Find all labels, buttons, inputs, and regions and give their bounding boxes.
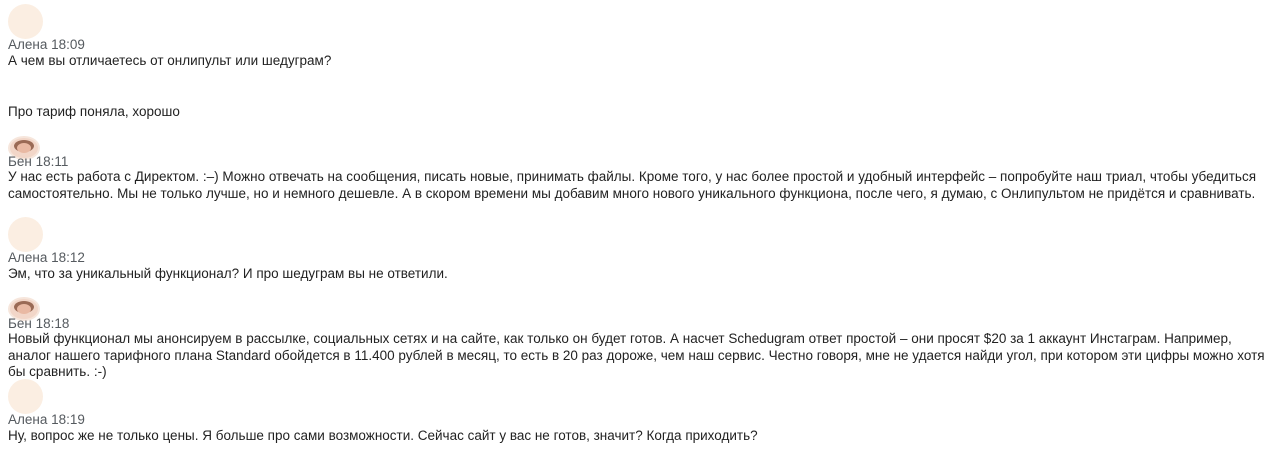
message-text: Новый функционал мы анонсируем в рассылк… bbox=[8, 331, 1265, 379]
message-time: 18:19 bbox=[51, 412, 85, 427]
avatar bbox=[8, 217, 43, 252]
message-meta: Алена 18:12 bbox=[8, 250, 85, 265]
message-meta: Алена 18:19 bbox=[8, 412, 85, 427]
avatar bbox=[8, 379, 43, 414]
message-text: Про тариф поняла, хорошо bbox=[8, 104, 180, 119]
author-name: Алена bbox=[8, 412, 48, 427]
message-meta: Бен 18:11 bbox=[8, 154, 68, 169]
message-time: 18:11 bbox=[35, 154, 69, 169]
message-text: У нас есть работа с Директом. :–) Можно … bbox=[8, 169, 1257, 201]
author-name: Бен bbox=[8, 316, 32, 331]
message-time: 18:18 bbox=[35, 316, 70, 331]
author-name: Бен bbox=[8, 154, 32, 169]
message-time: 18:12 bbox=[51, 250, 85, 265]
cut-off-message-line bbox=[8, 0, 12, 5]
avatar bbox=[8, 4, 43, 39]
message-text: А чем вы отличаетесь от онлипульт или ше… bbox=[8, 53, 332, 68]
message-text: Эм, что за уникальный функционал? И про … bbox=[8, 266, 448, 281]
message-meta: Бен 18:18 bbox=[8, 316, 69, 331]
message-text: Ну, вопрос же не только цены. Я больше п… bbox=[8, 428, 758, 443]
author-name: Алена bbox=[8, 37, 48, 52]
message-time: 18:09 bbox=[51, 37, 85, 52]
message-meta: Алена 18:09 bbox=[8, 37, 85, 52]
author-name: Алена bbox=[8, 250, 48, 265]
